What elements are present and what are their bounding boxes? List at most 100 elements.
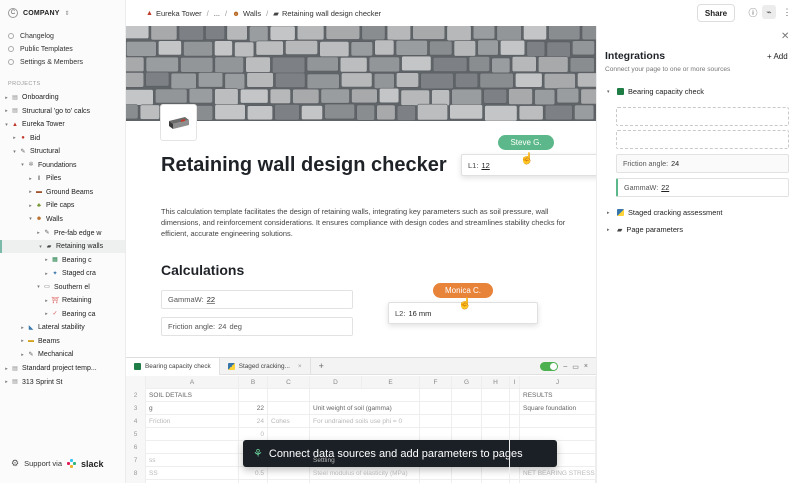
sidebar-item-retaining[interactable]: ▸⛩Retaining <box>0 294 126 307</box>
empty-param-slot[interactable] <box>616 130 789 149</box>
close-icon[interactable]: × <box>584 363 588 370</box>
chevron-right-icon[interactable]: ▸ <box>43 271 50 277</box>
sidebar-item-bearing-c[interactable]: ▸▦Bearing c <box>0 254 126 267</box>
column-header[interactable]: D <box>310 376 362 389</box>
sheet-cell[interactable]: Friction <box>146 415 239 428</box>
nav-changelog[interactable]: Changelog <box>8 30 54 42</box>
chevron-right-icon[interactable]: ▸ <box>3 108 10 114</box>
column-header[interactable]: H <box>482 376 510 389</box>
sheet-cell[interactable]: NET BEARING STRESS <box>520 467 596 480</box>
integrations-toggle-icon[interactable]: ⌁ <box>762 5 776 19</box>
sheet-cell[interactable]: Cohes <box>268 415 310 428</box>
source-staged-cracking[interactable]: ▸ Staged cracking assessment <box>607 208 722 217</box>
sheet-cell[interactable] <box>268 402 310 415</box>
chevron-right-icon[interactable]: ▸ <box>19 352 26 358</box>
sidebar-item-retaining-walls[interactable]: ▾▰Retaining walls <box>0 240 126 253</box>
sheet-cell[interactable] <box>268 467 310 480</box>
chevron-right-icon[interactable]: ▸ <box>35 230 42 236</box>
column-header[interactable]: C <box>268 376 310 389</box>
sheet-cell[interactable]: 24 <box>239 415 268 428</box>
chevron-right-icon[interactable]: ▸ <box>43 257 50 263</box>
info-icon[interactable]: ⓘ <box>746 5 760 19</box>
source-page-parameters[interactable]: ▸ ▰ Page parameters <box>607 225 683 234</box>
sidebar-item-staged-cra[interactable]: ▸✦Staged cra <box>0 267 126 280</box>
sidebar-item-ground-beams[interactable]: ▸▬Ground Beams <box>0 186 126 199</box>
sidebar-item-onboarding[interactable]: ▸▤Onboarding <box>0 91 126 104</box>
param-gammaw[interactable]: GammaW: 22 <box>616 178 789 197</box>
param-friction-angle[interactable]: Friction angle: 24 <box>616 154 789 173</box>
corner-cell[interactable] <box>126 376 146 389</box>
more-options-icon[interactable]: ⋮ <box>780 5 794 19</box>
sheet-cell[interactable] <box>310 428 510 441</box>
sheet-cell[interactable]: 22 <box>239 402 268 415</box>
column-header[interactable]: J <box>520 376 596 389</box>
nav-settings-members[interactable]: Settings & Members <box>8 56 83 68</box>
sheet-cell[interactable]: Unit weight of soil (gamma) <box>310 402 510 415</box>
expand-icon[interactable]: ▭ <box>572 363 579 371</box>
sheet-cell[interactable]: ss <box>146 454 239 467</box>
share-button[interactable]: Share <box>697 4 735 22</box>
chevron-right-icon[interactable]: ▸ <box>3 95 10 101</box>
sidebar-item-standard-project-temp[interactable]: ▸▤Standard project temp... <box>0 362 126 375</box>
nav-public-templates[interactable]: Public Templates <box>8 43 73 55</box>
column-header[interactable]: G <box>452 376 482 389</box>
sheet-cell[interactable] <box>310 441 510 454</box>
row-number[interactable]: 6 <box>126 441 146 454</box>
sidebar-item-walls[interactable]: ▾☻Walls <box>0 213 126 226</box>
chevron-right-icon[interactable]: ▸ <box>27 176 34 182</box>
column-header[interactable]: I <box>510 376 520 389</box>
source-bearing-capacity[interactable]: ▾ Bearing capacity check <box>607 87 704 96</box>
sheet-cell[interactable] <box>310 389 510 402</box>
sheet-cell[interactable] <box>510 389 520 402</box>
chevron-right-icon[interactable]: ▸ <box>27 203 34 209</box>
sidebar-item-lateral-stability[interactable]: ▸◣Lateral stability <box>0 321 126 334</box>
chevron-right-icon[interactable]: ▸ <box>27 189 34 195</box>
sheet-cell[interactable] <box>520 415 596 428</box>
sheet-cell[interactable] <box>510 402 520 415</box>
sidebar-item-southern-el[interactable]: ▾▭Southern el <box>0 281 126 294</box>
chevron-right-icon[interactable]: ▸ <box>19 338 26 344</box>
param-friction-angle[interactable]: Friction angle: 24 deg <box>161 317 353 336</box>
page-icon[interactable] <box>160 104 197 141</box>
row-number[interactable]: 5 <box>126 428 146 441</box>
row-number[interactable]: 7 <box>126 454 146 467</box>
sheet-cell[interactable] <box>146 428 239 441</box>
sheet-cell[interactable] <box>268 389 310 402</box>
sheet-cell[interactable]: Settling <box>310 454 510 467</box>
chevron-right-icon[interactable]: ▸ <box>11 135 18 141</box>
sheet-cell[interactable] <box>239 389 268 402</box>
sheet-cell[interactable]: SOIL DETAILS <box>146 389 239 402</box>
sheet-cell[interactable] <box>510 467 520 480</box>
sync-toggle[interactable] <box>540 362 558 371</box>
breadcrumb-walls[interactable]: ☻ Walls <box>232 9 261 18</box>
chevron-down-icon[interactable]: ▾ <box>35 284 42 290</box>
company-switcher[interactable]: C COMPANY ⇕ <box>8 6 70 20</box>
row-number[interactable]: 8 <box>126 467 146 480</box>
sheet-cell[interactable]: RESULTS <box>520 389 596 402</box>
sidebar-item-pile-caps[interactable]: ▸♣Pile caps <box>0 199 126 212</box>
row-number[interactable]: 4 <box>126 415 146 428</box>
sheet-cell[interactable]: 0.5 <box>239 467 268 480</box>
row-number[interactable]: 3 <box>126 402 146 415</box>
minimize-icon[interactable]: – <box>563 363 567 370</box>
add-integration-button[interactable]: + Add <box>767 52 788 61</box>
sheet-cell[interactable] <box>510 415 520 428</box>
chevron-down-icon[interactable]: ▾ <box>3 122 10 128</box>
sheet-cell[interactable]: Steel modulus of elasticity (MPa) <box>310 467 510 480</box>
sheet-cell[interactable]: For undrained soils use phi = 0 <box>310 415 510 428</box>
support-via-slack[interactable]: ⚙ Support via slack <box>11 458 104 469</box>
param-gammaw[interactable]: GammaW: 22 <box>161 290 353 309</box>
chevron-down-icon[interactable]: ▾ <box>11 149 18 155</box>
sidebar-item-bearing-ca[interactable]: ▸✓Bearing ca <box>0 308 126 321</box>
sidebar-item-beams[interactable]: ▸▬Beams <box>0 335 126 348</box>
breadcrumb-eureka-tower[interactable]: ▲ Eureka Tower <box>146 9 202 18</box>
sidebar-item-foundations[interactable]: ▾✲Foundations <box>0 159 126 172</box>
column-header[interactable]: B <box>239 376 268 389</box>
sidebar-item-eureka-tower[interactable]: ▾▲Eureka Tower <box>0 118 126 131</box>
sheet-cell[interactable]: SS <box>146 467 239 480</box>
sheet-tab-staged[interactable]: Staged cracking... × <box>220 358 311 375</box>
chevron-right-icon[interactable]: ▸ <box>43 311 50 317</box>
sidebar-item-structural-go-to-calcs[interactable]: ▸▤Structural 'go to' calcs <box>0 105 126 118</box>
chevron-down-icon[interactable]: ▾ <box>19 162 26 168</box>
column-header[interactable]: E <box>362 376 420 389</box>
